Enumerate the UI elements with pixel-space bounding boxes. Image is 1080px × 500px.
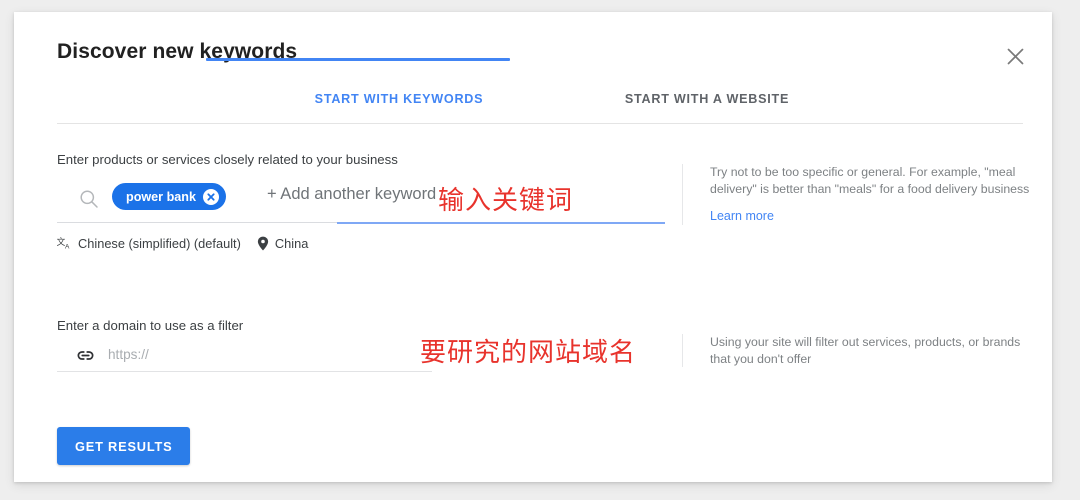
discover-keywords-dialog: Discover new keywords START WITH KEYWORD… — [14, 12, 1052, 482]
screenshot-root: Discover new keywords START WITH KEYWORD… — [0, 0, 1080, 500]
annotation-domain: 要研究的网站域名 — [420, 338, 637, 368]
tab-label: START WITH KEYWORDS — [314, 91, 484, 106]
keywords-help-block: Try not to be too specific or general. F… — [682, 164, 1032, 225]
keywords-meta-row: 文 A Chinese (simplified) (default) China — [57, 236, 308, 251]
close-icon — [1007, 48, 1024, 65]
domain-help-text: Using your site will filter out services… — [710, 335, 1021, 366]
tab-label: START WITH A WEBSITE — [624, 91, 790, 106]
close-circle-icon[interactable] — [202, 188, 219, 205]
location-pin-icon — [257, 236, 269, 251]
add-another-keyword-input[interactable]: + Add another keyword — [267, 185, 436, 204]
domain-input-field[interactable] — [57, 339, 432, 372]
annotation-keywords: 输入关键词 — [438, 186, 574, 216]
location-label: China — [274, 236, 309, 251]
keyword-chip[interactable]: power bank — [112, 183, 226, 210]
tab-bar: START WITH KEYWORDS START WITH A WEBSITE — [57, 74, 1023, 124]
domain-input[interactable] — [108, 341, 418, 368]
domain-help-block: Using your site will filter out services… — [682, 334, 1032, 367]
keywords-input-focus-indicator — [337, 222, 665, 224]
language-selector[interactable]: 文 A Chinese (simplified) (default) — [57, 236, 241, 251]
keyword-chip-label: power bank — [126, 189, 196, 204]
keywords-help-text: Try not to be too specific or general. F… — [710, 165, 1030, 196]
close-dialog-button[interactable] — [998, 39, 1032, 73]
tab-start-with-keywords[interactable]: START WITH KEYWORDS — [245, 74, 553, 123]
svg-text:A: A — [65, 244, 70, 251]
keywords-input-field[interactable]: power bank + Add another keyword — [57, 175, 665, 223]
active-tab-indicator — [206, 58, 510, 61]
learn-more-link[interactable]: Learn more — [710, 209, 774, 223]
link-icon — [76, 346, 95, 370]
search-icon — [79, 189, 99, 214]
location-selector[interactable]: China — [257, 236, 308, 251]
get-results-button[interactable]: GET RESULTS — [57, 427, 191, 465]
tab-start-with-a-website[interactable]: START WITH A WEBSITE — [553, 74, 861, 123]
domain-field-label: Enter a domain to use as a filter — [57, 318, 244, 333]
keywords-field-label: Enter products or services closely relat… — [57, 152, 398, 167]
language-label: Chinese (simplified) (default) — [78, 236, 241, 251]
translate-icon: 文 A — [57, 236, 72, 251]
